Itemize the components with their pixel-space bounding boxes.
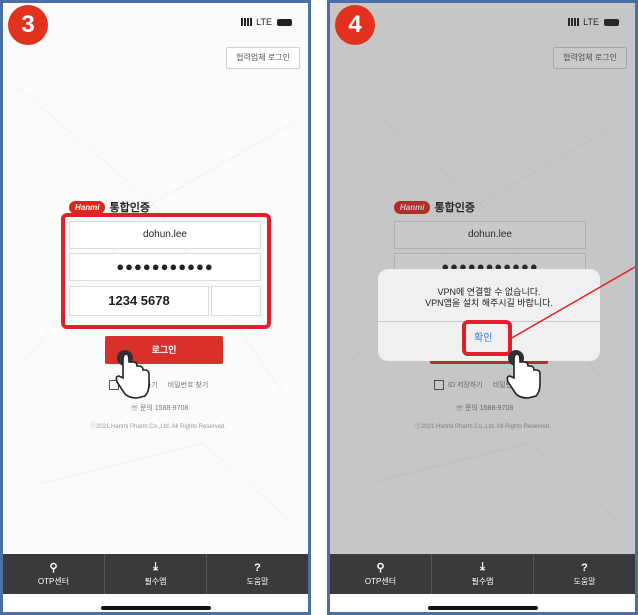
nav-otp-center[interactable]: ⚲ OTP센터 xyxy=(330,554,432,594)
home-indicator xyxy=(427,606,538,610)
otp-icon: ⚲ xyxy=(49,562,58,574)
step-badge: 3 xyxy=(8,5,48,45)
pointer-line xyxy=(510,266,635,340)
download-icon: ⤓ xyxy=(153,561,158,573)
find-password-link[interactable]: 비밀번호 찾기 xyxy=(168,380,209,390)
copyright-text: ⓒ2021 Hanmi Pharm.Co.,Ltd. All Rights Re… xyxy=(89,424,227,430)
download-icon: ⤓ xyxy=(480,561,485,573)
nav-required-apps[interactable]: ⤓ 필수앱 xyxy=(105,554,207,594)
network-label: LTE xyxy=(256,17,272,27)
tap-hand-icon xyxy=(506,350,541,399)
nav-help[interactable]: ? 도움말 xyxy=(207,554,308,594)
bottom-nav: ⚲ OTP센터 ⤓ 필수앱 ? 도움말 xyxy=(3,554,308,594)
nav-label: 필수앱 xyxy=(471,577,494,586)
nav-label: OTP센터 xyxy=(364,577,397,586)
otp-icon: ⚲ xyxy=(376,562,385,574)
battery-icon xyxy=(277,18,292,26)
nav-otp-center[interactable]: ⚲ OTP센터 xyxy=(3,554,105,594)
phone-screen-step3: LTE 3 협력업체 로그인 Hanmi 통합인증 dohun.lee ●●●●… xyxy=(0,0,311,615)
help-icon: ? xyxy=(581,561,588,574)
step-badge: 4 xyxy=(335,5,375,45)
hanmi-logo: Hanmi xyxy=(69,200,106,214)
nav-required-apps[interactable]: ⤓ 필수앱 xyxy=(432,554,534,594)
bottom-nav: ⚲ OTP센터 ⤓ 필수앱 ? 도움말 xyxy=(330,554,635,594)
tap-hand-icon xyxy=(115,350,150,399)
nav-label: OTP센터 xyxy=(37,577,70,586)
inquiry-phone: ☏ 문의 1588-9708 xyxy=(131,405,189,412)
nav-help[interactable]: ? 도움말 xyxy=(534,554,635,594)
phone-screen-step4: LTE 협력업체 로그인 Hanmi 통합인증 dohun.lee ●●●●●●… xyxy=(327,0,638,615)
help-icon: ? xyxy=(254,561,261,574)
status-bar: LTE xyxy=(3,3,308,43)
highlight-box xyxy=(61,213,271,329)
signal-icon xyxy=(241,18,254,26)
nav-label: 필수앱 xyxy=(144,577,167,586)
nav-label: 도움말 xyxy=(573,576,596,586)
home-indicator xyxy=(100,606,211,610)
partner-login-button[interactable]: 협력업체 로그인 xyxy=(226,47,300,69)
nav-label: 도움말 xyxy=(246,576,269,586)
